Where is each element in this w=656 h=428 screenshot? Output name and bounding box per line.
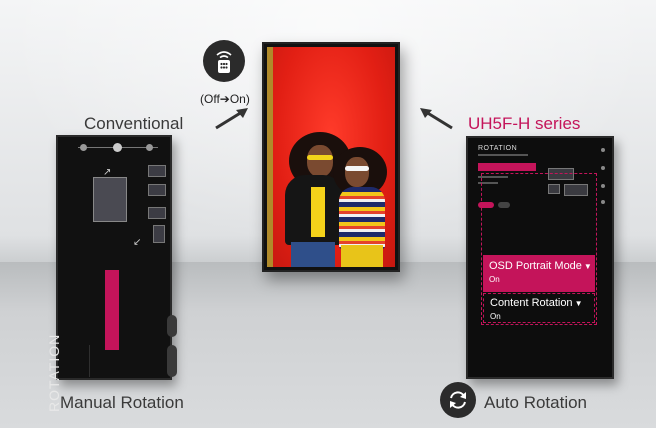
side-indicator: [601, 166, 605, 170]
rotate-arrow-icon: ↗: [103, 167, 112, 178]
selected-menu-item: [478, 163, 536, 171]
rotate-arrows-icon: [440, 382, 476, 418]
rotate-arrow-icon: ↙: [133, 237, 142, 248]
monitor-preview: [93, 177, 127, 222]
face: [307, 145, 333, 177]
face: [345, 157, 369, 187]
sunglasses: [345, 166, 369, 171]
auto-rotation-caption: Auto Rotation: [484, 393, 588, 412]
arrow-icon: [215, 108, 248, 130]
menu-button: [498, 202, 510, 208]
yellow-top: [311, 187, 325, 237]
menu-subtitle-line: [478, 154, 528, 156]
jeans: [291, 242, 335, 267]
menu-step-dot: [113, 143, 122, 152]
menu-button: [167, 315, 177, 337]
side-indicator: [601, 200, 605, 204]
menu-title: ROTATION: [478, 145, 518, 152]
product-illustration: ↗ ↙ ROTATION ———————— ROTATION OSD Portr…: [0, 0, 656, 428]
content-rotation-value: On: [490, 312, 501, 321]
monitor-thumb: [148, 207, 166, 219]
osd-portrait-mode-callout: OSD Portrait Mode ▼ On: [483, 255, 595, 292]
menu-row: [478, 176, 508, 178]
menu-step-dot: [80, 144, 87, 151]
conventional-display: ↗ ↙ ROTATION ————————: [46, 135, 177, 412]
selected-menu-item: [105, 270, 119, 350]
monitor-thumb: [148, 184, 166, 196]
side-indicator: [601, 184, 605, 188]
conventional-caption: Conventional: [84, 114, 184, 133]
content-rotation-callout: Content Rotation ▼ On: [483, 293, 595, 323]
content-rotation-label: Content Rotation ▼: [490, 297, 583, 309]
chevron-down-icon: ▼: [574, 299, 583, 308]
menu-button: [167, 345, 177, 377]
brand-series-caption: UH5F-H series: [468, 114, 581, 133]
off-on-label: (Off➔On): [200, 92, 250, 106]
portrait-display: [262, 42, 400, 272]
striped-sweater: [339, 187, 385, 249]
photo-edge: [267, 47, 273, 267]
sunglasses: [307, 155, 333, 160]
manual-rotation-caption: Manual Rotation: [60, 393, 184, 412]
menu-button: [478, 202, 494, 208]
monitor-thumb: [548, 184, 560, 194]
osd-portrait-mode-value: On: [489, 275, 500, 284]
remote-control-icon: [203, 40, 245, 82]
menu-step-dot: [146, 144, 153, 151]
menu-row: [478, 182, 498, 184]
menu-subtitle-line: ————————: [86, 345, 91, 377]
monitor-thumb: [564, 184, 588, 196]
portrait-photo: [267, 47, 395, 267]
monitor-thumb: [148, 165, 166, 177]
monitor-thumb: [548, 168, 574, 180]
osd-portrait-mode-label: OSD Portrait Mode ▼: [489, 260, 592, 272]
chevron-down-icon: ▼: [583, 262, 592, 271]
yellow-skirt: [341, 245, 383, 267]
arrow-icon: [420, 108, 453, 130]
monitor-thumb: [153, 225, 165, 243]
side-indicator: [601, 148, 605, 152]
